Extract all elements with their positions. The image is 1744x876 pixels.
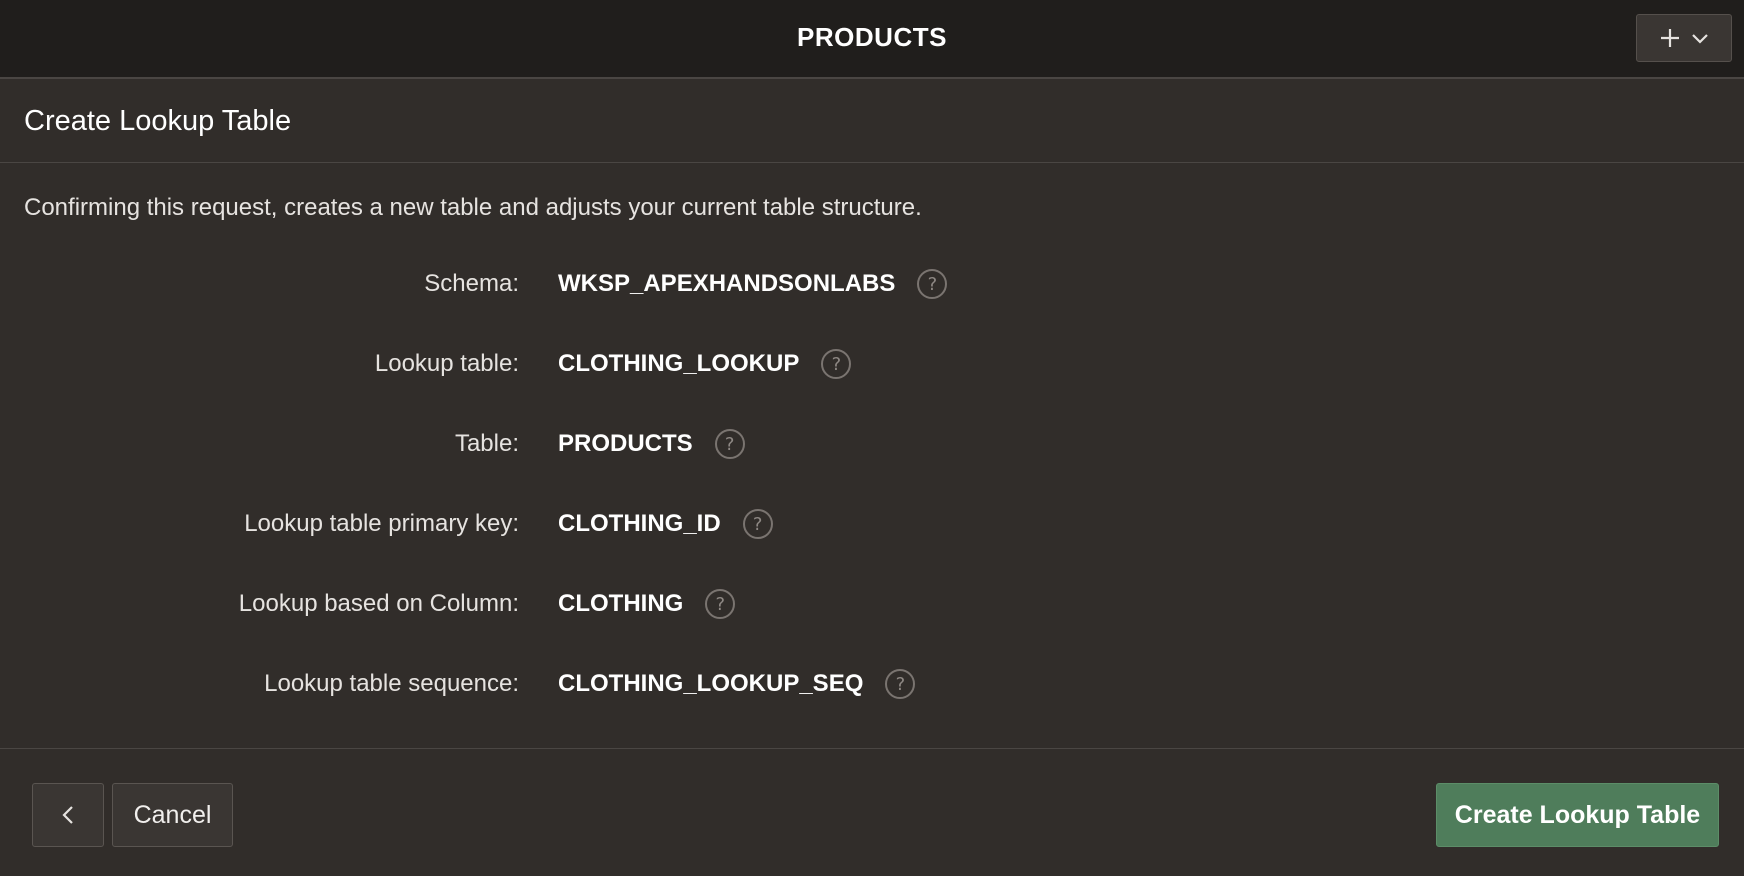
field-row-schema: Schema: WKSP_APEXHANDSONLABS ? — [0, 264, 1744, 304]
plus-icon — [1661, 29, 1679, 47]
intro-text: Confirming this request, creates a new t… — [24, 194, 922, 221]
top-bar: PRODUCTS — [0, 0, 1744, 79]
add-menu-button[interactable] — [1636, 14, 1732, 62]
field-row-based-on-column: Lookup based on Column: CLOTHING ? — [0, 584, 1744, 624]
field-label: Table: — [454, 430, 519, 457]
help-icon[interactable]: ? — [705, 589, 736, 619]
help-icon[interactable]: ? — [821, 349, 852, 379]
field-value: PRODUCTS — [558, 430, 693, 457]
field-value: CLOTHING_LOOKUP — [558, 350, 800, 377]
cancel-button[interactable]: Cancel — [112, 783, 233, 847]
dialog-footer: Cancel Create Lookup Table — [0, 748, 1744, 876]
help-icon[interactable]: ? — [885, 669, 916, 699]
field-value: CLOTHING — [558, 590, 684, 617]
field-row-sequence: Lookup table sequence: CLOTHING_LOOKUP_S… — [0, 664, 1744, 704]
field-value: CLOTHING_LOOKUP_SEQ — [558, 670, 864, 697]
chevron-left-icon — [62, 806, 73, 824]
help-icon[interactable]: ? — [742, 509, 773, 539]
field-label: Lookup table: — [374, 350, 519, 377]
page-title: PRODUCTS — [797, 22, 947, 52]
help-icon[interactable]: ? — [917, 269, 948, 299]
chevron-down-icon — [1692, 34, 1708, 44]
create-lookup-table-button[interactable]: Create Lookup Table — [1436, 783, 1719, 847]
field-value: CLOTHING_ID — [558, 510, 721, 537]
field-label: Lookup based on Column: — [238, 590, 519, 617]
field-label: Lookup table primary key: — [244, 510, 519, 537]
field-label: Lookup table sequence: — [264, 670, 519, 697]
back-button[interactable] — [32, 783, 104, 847]
dialog-title: Create Lookup Table — [24, 105, 292, 137]
dialog-header: Create Lookup Table — [0, 79, 1744, 163]
field-label: Schema: — [424, 270, 519, 297]
field-row-primary-key: Lookup table primary key: CLOTHING_ID ? — [0, 504, 1744, 544]
field-row-lookup-table: Lookup table: CLOTHING_LOOKUP ? — [0, 344, 1744, 384]
field-value: WKSP_APEXHANDSONLABS — [558, 270, 896, 297]
field-row-table: Table: PRODUCTS ? — [0, 424, 1744, 464]
help-icon[interactable]: ? — [714, 429, 745, 459]
